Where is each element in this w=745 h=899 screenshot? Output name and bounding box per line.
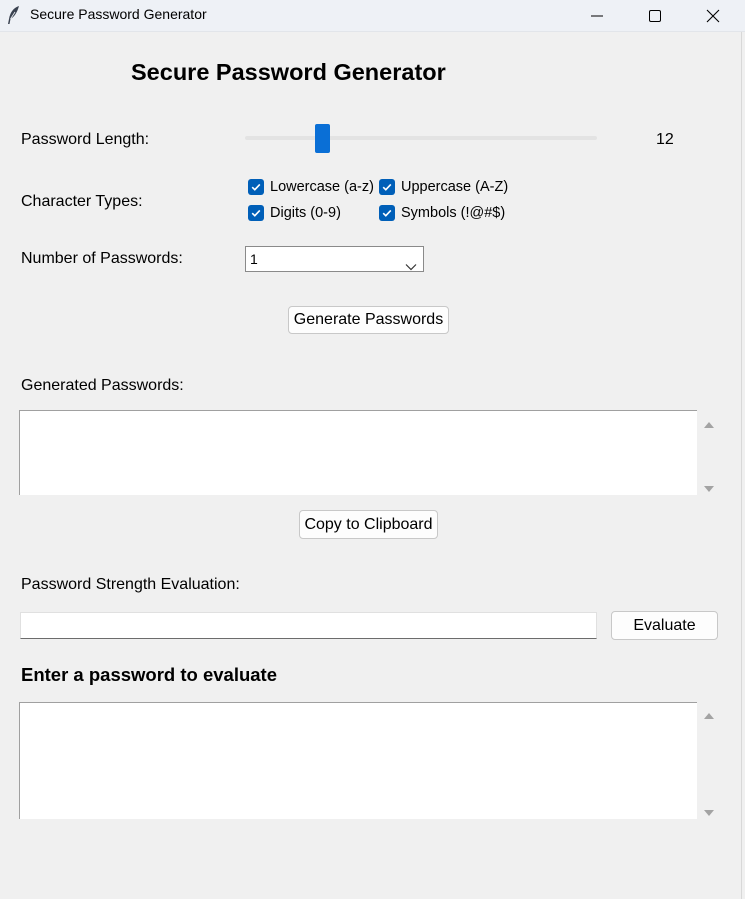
maximize-icon [649,10,661,22]
symbols-checkbox[interactable]: Symbols (!@#$) [379,205,505,221]
copy-to-clipboard-button[interactable]: Copy to Clipboard [299,510,438,539]
feather-icon [6,5,22,25]
password-length-slider-track[interactable] [245,136,597,140]
window-title: Secure Password Generator [30,6,207,22]
scroll-up-icon[interactable] [703,708,715,719]
number-of-passwords-select[interactable]: 1 [245,246,424,272]
minimize-icon [591,10,603,22]
checkbox-checked-icon [379,205,395,221]
password-evaluation-input[interactable] [20,612,597,639]
password-length-slider-thumb[interactable] [314,124,330,153]
digits-checkbox[interactable]: Digits (0-9) [248,205,341,221]
password-strength-label: Password Strength Evaluation: [21,576,240,593]
page-title: Secure Password Generator [131,59,446,85]
minimize-button[interactable] [568,0,626,32]
evaluation-result-textarea[interactable] [19,702,697,819]
number-of-passwords-value: 1 [250,251,258,267]
scroll-down-icon[interactable] [703,481,715,492]
lowercase-label: Lowercase (a-z) [270,179,374,195]
symbols-label: Symbols (!@#$) [401,205,506,221]
lowercase-checkbox[interactable]: Lowercase (a-z) [248,179,374,195]
generated-passwords-label: Generated Passwords: [21,377,184,394]
close-icon [706,9,720,23]
evaluate-button[interactable]: Evaluate [611,611,718,640]
chevron-down-icon [405,254,417,278]
title-bar: Secure Password Generator [0,0,745,32]
uppercase-label: Uppercase (A-Z) [401,179,509,195]
close-button[interactable] [684,0,742,32]
scroll-up-icon[interactable] [703,417,715,428]
digits-label: Digits (0-9) [270,205,341,221]
checkbox-checked-icon [248,205,264,221]
scroll-down-icon[interactable] [703,805,715,816]
checkbox-checked-icon [379,179,395,195]
password-length-label: Password Length: [21,131,150,148]
window-border [741,32,745,899]
evaluation-result-heading: Enter a password to evaluate [21,664,278,685]
generate-passwords-button[interactable]: Generate Passwords [288,306,449,334]
number-of-passwords-label: Number of Passwords: [21,250,183,267]
password-length-value: 12 [656,131,674,148]
generated-passwords-textarea[interactable] [19,410,697,495]
checkbox-checked-icon [248,179,264,195]
character-types-label: Character Types: [21,193,143,210]
maximize-button[interactable] [626,0,684,32]
uppercase-checkbox[interactable]: Uppercase (A-Z) [379,179,508,195]
